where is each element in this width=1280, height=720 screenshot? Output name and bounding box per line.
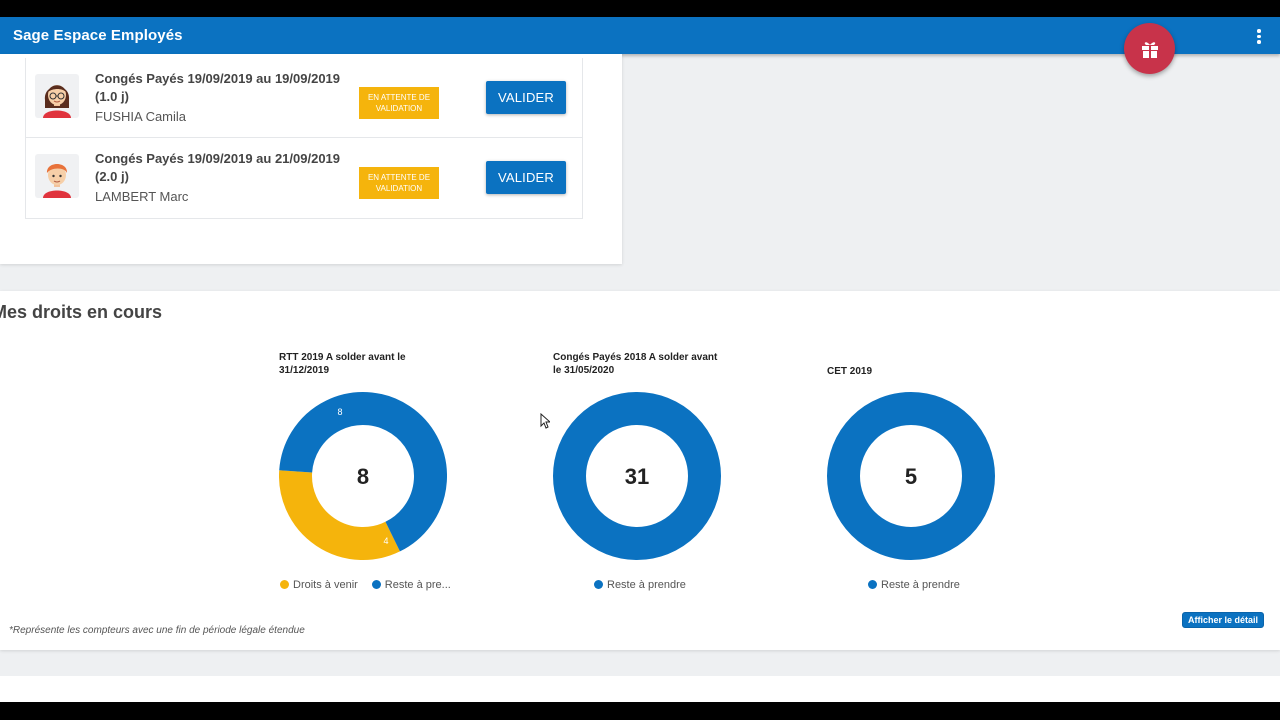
request-title: Congés Payés 19/09/2019 au 21/09/2019 (2… — [95, 151, 341, 184]
gift-icon — [1141, 41, 1158, 58]
donut-segment — [279, 470, 400, 560]
bottom-black-band — [0, 702, 1280, 720]
legend-item[interactable]: Droits à venir — [280, 579, 358, 591]
donut-svg: 4 8 8 — [279, 392, 447, 560]
legend-swatch — [868, 580, 877, 589]
legend-label: Reste à prendre — [881, 579, 960, 591]
donut-svg: 31 — [553, 392, 721, 560]
status-badge: EN ATTENTE DE VALIDATION — [359, 87, 439, 119]
validate-button[interactable]: VALIDER — [486, 81, 566, 114]
chart-title: RTT 2019 A solder avant le 31/12/2019 — [279, 352, 406, 376]
request-title: Congés Payés 19/09/2019 au 19/09/2019 (1… — [95, 71, 341, 104]
pending-requests-panel: Congés Payés 19/09/2019 au 19/09/2019 (1… — [0, 54, 622, 264]
legend-label: Reste à prendre — [607, 579, 686, 591]
pending-requests-list: Congés Payés 19/09/2019 au 19/09/2019 (1… — [25, 58, 583, 219]
male-avatar-icon — [35, 154, 79, 198]
section-title: Mes droits en cours — [0, 302, 163, 322]
mouse-cursor-icon — [540, 413, 550, 429]
more-vertical-icon[interactable] — [1250, 27, 1268, 45]
legend-label: Reste à pre... — [384, 579, 451, 591]
request-employee-name: LAMBERT Marc — [95, 189, 189, 204]
female-avatar-icon — [35, 74, 79, 118]
legend-swatch — [594, 580, 603, 589]
chart-title: Congés Payés 2018 A solder avant le 31/0… — [553, 352, 718, 376]
request-row: Congés Payés 19/09/2019 au 19/09/2019 (1… — [26, 58, 582, 138]
donut-center-value: 8 — [357, 464, 369, 489]
request-row: Congés Payés 19/09/2019 au 21/09/2019 (2… — [26, 138, 582, 217]
chart-title: CET 2019 — [827, 366, 873, 377]
top-black-band — [0, 0, 1280, 17]
footnote: *Représente les compteurs avec une fin d… — [9, 625, 305, 636]
segment-value-label: 4 — [383, 536, 388, 546]
chart-legend: Reste à prendre — [594, 579, 700, 591]
legend-item[interactable]: Reste à pre... — [371, 579, 451, 591]
donut-chart-rtt: RTT 2019 A solder avant le 31/12/2019 4 8… — [279, 351, 519, 601]
gift-fab-button[interactable] — [1124, 23, 1175, 74]
app-header: Sage Espace Employés — [0, 17, 1280, 54]
donut-chart-conges-payes: Congés Payés 2018 A solder avant le 31/0… — [553, 351, 793, 601]
rights-panel: Mes droits en cours RTT 2019 A solder av… — [0, 291, 1280, 650]
donut-center-value: 5 — [905, 464, 917, 489]
show-detail-button[interactable]: Afficher le détail — [1182, 612, 1264, 628]
legend-item[interactable]: Reste à prendre — [868, 579, 960, 591]
status-badge: EN ATTENTE DE VALIDATION — [359, 167, 439, 199]
chart-legend: Droits à venir Reste à pre... — [280, 579, 465, 591]
request-employee-name: FUSHIA Camila — [95, 109, 187, 124]
donut-chart-cet: CET 2019 5 Reste à prendre — [827, 351, 1067, 601]
legend-swatch — [280, 580, 289, 589]
legend-item[interactable]: Reste à prendre — [594, 579, 686, 591]
donut-center-value: 31 — [625, 464, 649, 489]
bottom-section-edge — [0, 676, 1280, 702]
app-title: Sage Espace Employés — [13, 27, 183, 44]
segment-value-label: 8 — [337, 407, 342, 417]
validate-button[interactable]: VALIDER — [486, 161, 566, 194]
legend-label: Droits à venir — [293, 579, 358, 591]
legend-swatch — [371, 580, 381, 589]
donut-svg: 5 — [827, 392, 995, 560]
chart-legend: Reste à prendre — [868, 579, 974, 591]
